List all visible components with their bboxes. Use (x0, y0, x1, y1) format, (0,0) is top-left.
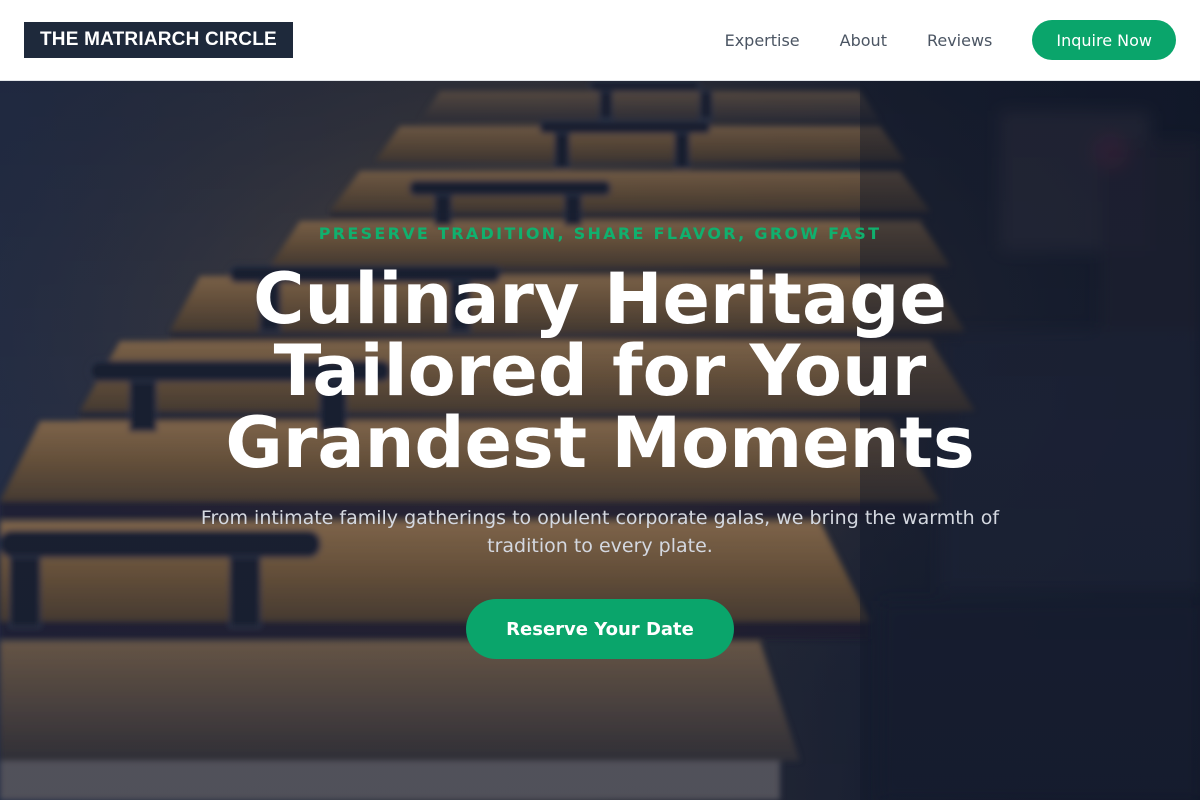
hero-subheadline: From intimate family gatherings to opule… (200, 507, 1000, 557)
main-nav: Expertise About Reviews Inquire Now (725, 20, 1176, 60)
hero-headline: Culinary Heritage Tailored for Your Gran… (225, 258, 975, 484)
brand-logo[interactable]: THE MATRIARCH CIRCLE (24, 22, 293, 58)
nav-link-about[interactable]: About (840, 31, 887, 50)
hero-section: PRESERVE TRADITION, SHARE FLAVOR, GROW F… (0, 81, 1200, 800)
nav-link-expertise[interactable]: Expertise (725, 31, 800, 50)
hero-eyebrow: PRESERVE TRADITION, SHARE FLAVOR, GROW F… (318, 224, 882, 243)
site-header: THE MATRIARCH CIRCLE Expertise About Rev… (0, 0, 1200, 81)
inquire-now-button[interactable]: Inquire Now (1032, 20, 1176, 60)
hero-content: PRESERVE TRADITION, SHARE FLAVOR, GROW F… (0, 81, 1200, 800)
nav-link-reviews[interactable]: Reviews (927, 31, 992, 50)
reserve-your-date-button[interactable]: Reserve Your Date (466, 599, 734, 659)
